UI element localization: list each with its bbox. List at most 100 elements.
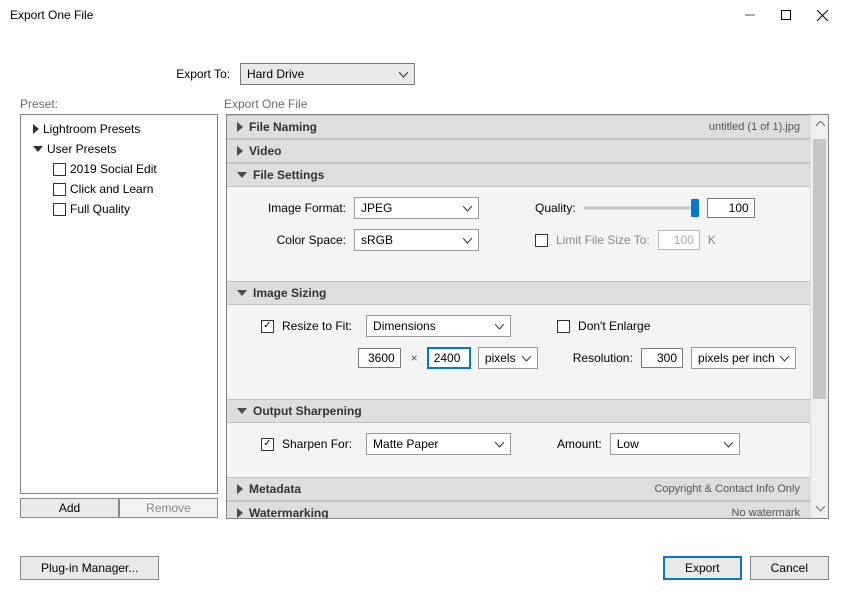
- dialog-buttons: Plug-in Manager... Export Cancel: [20, 556, 829, 580]
- height-input[interactable]: 2400: [428, 348, 470, 368]
- preset-group-label: User Presets: [47, 142, 116, 156]
- checkbox[interactable]: [53, 203, 66, 216]
- image-sizing-body: Resize to Fit: Dimensions Don't Enlarge …: [227, 305, 810, 399]
- resize-to-fit-checkbox[interactable]: [261, 320, 274, 333]
- section-metadata[interactable]: Metadata Copyright & Contact Info Only: [227, 477, 810, 501]
- resize-mode-select[interactable]: Dimensions: [366, 315, 511, 337]
- quality-slider[interactable]: [584, 198, 699, 218]
- section-title: File Naming: [249, 120, 317, 134]
- chevron-down-icon: [495, 437, 504, 451]
- sharpen-for-label: Sharpen For:: [282, 437, 352, 451]
- chevron-down-icon: [399, 67, 408, 81]
- export-to-label: Export To:: [20, 67, 240, 81]
- maximize-button[interactable]: [769, 3, 803, 27]
- width-input[interactable]: 3600: [358, 348, 400, 368]
- limit-filesize-input[interactable]: 100: [658, 230, 700, 250]
- close-icon: [817, 10, 828, 21]
- preset-item-label: 2019 Social Edit: [70, 162, 157, 176]
- scrollbar[interactable]: [810, 115, 828, 518]
- section-file-naming[interactable]: File Naming untitled (1 of 1).jpg: [227, 115, 810, 139]
- checkbox[interactable]: [53, 163, 66, 176]
- export-to-select[interactable]: Hard Drive: [240, 63, 415, 85]
- section-watermarking[interactable]: Watermarking No watermark: [227, 501, 810, 518]
- plugin-manager-button[interactable]: Plug-in Manager...: [20, 556, 159, 580]
- output-sharpening-body: Sharpen For: Matte Paper Amount: Low: [227, 423, 810, 477]
- color-space-label: Color Space:: [241, 233, 346, 247]
- ppi-select[interactable]: pixels per inch: [691, 347, 796, 369]
- amount-select[interactable]: Low: [610, 433, 740, 455]
- minimize-icon: [745, 10, 755, 20]
- cancel-button[interactable]: Cancel: [750, 556, 829, 580]
- checkbox[interactable]: [53, 183, 66, 196]
- scroll-down-icon[interactable]: [811, 500, 829, 518]
- preset-group-label: Lightroom Presets: [43, 122, 140, 136]
- remove-preset-button[interactable]: Remove: [119, 498, 218, 518]
- scrollbar-thumb[interactable]: [813, 139, 826, 399]
- section-output-sharpening[interactable]: Output Sharpening: [227, 399, 810, 423]
- panel-label: Export One File: [224, 97, 829, 111]
- titlebar: Export One File: [0, 0, 849, 30]
- add-preset-button[interactable]: Add: [20, 498, 119, 518]
- color-space-select[interactable]: sRGB: [354, 229, 479, 251]
- section-title: Image Sizing: [253, 286, 326, 300]
- times-symbol: ×: [409, 351, 420, 365]
- section-file-settings[interactable]: File Settings: [227, 163, 810, 187]
- image-format-select[interactable]: JPEG: [354, 197, 479, 219]
- units-select[interactable]: pixels: [478, 347, 538, 369]
- limit-filesize-unit: K: [708, 233, 716, 247]
- chevron-right-icon: [33, 124, 39, 134]
- preset-group-user[interactable]: User Presets: [31, 139, 207, 159]
- preset-item-label: Full Quality: [70, 202, 130, 216]
- settings-panel: File Naming untitled (1 of 1).jpg Video …: [226, 114, 829, 519]
- quality-input[interactable]: 100: [707, 198, 755, 218]
- scroll-up-icon[interactable]: [811, 115, 829, 133]
- limit-filesize-label: Limit File Size To:: [556, 233, 650, 247]
- preset-item[interactable]: 2019 Social Edit: [31, 159, 207, 179]
- chevron-down-icon: [237, 408, 247, 414]
- chevron-down-icon: [463, 201, 472, 215]
- resolution-input[interactable]: 300: [641, 348, 683, 368]
- section-status: untitled (1 of 1).jpg: [709, 121, 800, 133]
- export-button[interactable]: Export: [663, 556, 742, 580]
- preset-item[interactable]: Full Quality: [31, 199, 207, 219]
- limit-filesize-checkbox[interactable]: [535, 234, 548, 247]
- resolution-label: Resolution:: [573, 351, 633, 365]
- chevron-right-icon: [237, 146, 243, 156]
- section-title: Watermarking: [249, 506, 329, 518]
- section-image-sizing[interactable]: Image Sizing: [227, 281, 810, 305]
- dont-enlarge-checkbox[interactable]: [557, 320, 570, 333]
- export-to-row: Export To: Hard Drive: [20, 63, 829, 85]
- preset-group-lightroom[interactable]: Lightroom Presets: [31, 119, 207, 139]
- preset-list[interactable]: Lightroom Presets User Presets 2019 Soci…: [20, 114, 218, 494]
- minimize-button[interactable]: [733, 3, 767, 27]
- slider-thumb[interactable]: [691, 199, 699, 217]
- preset-item-label: Click and Learn: [70, 182, 153, 196]
- section-status: No watermark: [732, 507, 800, 518]
- preset-label: Preset:: [20, 97, 224, 111]
- quality-label: Quality:: [535, 201, 576, 215]
- close-button[interactable]: [805, 3, 839, 27]
- chevron-down-icon: [780, 351, 789, 365]
- chevron-down-icon: [522, 351, 531, 365]
- section-title: Output Sharpening: [253, 404, 362, 418]
- section-title: Video: [249, 144, 281, 158]
- section-status: Copyright & Contact Info Only: [654, 483, 800, 495]
- dont-enlarge-label: Don't Enlarge: [578, 319, 650, 333]
- resize-to-fit-label: Resize to Fit:: [282, 319, 352, 333]
- maximize-icon: [781, 10, 791, 20]
- chevron-down-icon: [495, 319, 504, 333]
- chevron-down-icon: [237, 172, 247, 178]
- file-settings-body: Image Format: JPEG Quality: 100: [227, 187, 810, 281]
- chevron-down-icon: [237, 290, 247, 296]
- section-title: Metadata: [249, 482, 301, 496]
- panel-labels: Preset: Export One File: [20, 97, 829, 111]
- sharpen-for-checkbox[interactable]: [261, 438, 274, 451]
- window-title: Export One File: [10, 8, 731, 22]
- section-video[interactable]: Video: [227, 139, 810, 163]
- chevron-down-icon: [463, 233, 472, 247]
- export-to-value: Hard Drive: [247, 67, 304, 81]
- chevron-right-icon: [237, 484, 243, 494]
- amount-label: Amount:: [557, 437, 602, 451]
- preset-item[interactable]: Click and Learn: [31, 179, 207, 199]
- sharpen-for-select[interactable]: Matte Paper: [366, 433, 511, 455]
